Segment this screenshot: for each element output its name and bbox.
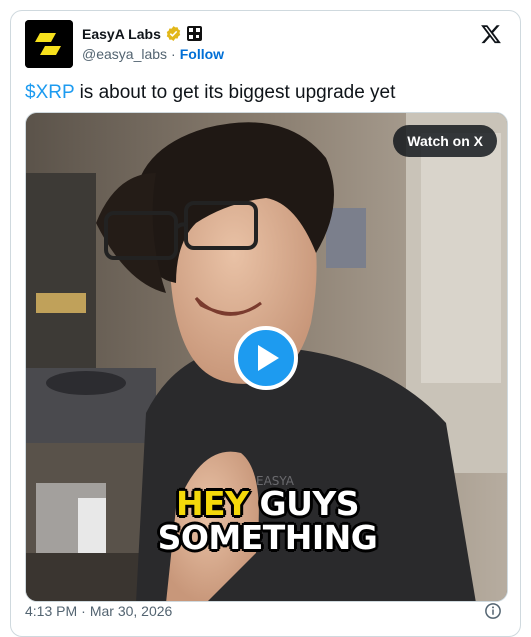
caption-line-2: SOMETHING: [157, 518, 378, 557]
cashtag-link[interactable]: $XRP: [25, 82, 74, 103]
tweet-body: is about to get its biggest upgrade yet: [74, 82, 396, 103]
affiliate-badge-icon: [186, 26, 202, 41]
caption-line-1: HEY GUYS: [26, 486, 507, 522]
tweet-text: $XRP is about to get its biggest upgrade…: [25, 81, 395, 105]
info-icon[interactable]: [484, 602, 502, 620]
tweet-card[interactable]: EasyA Labs @easya_labs · Follow $XRP is …: [10, 10, 521, 637]
author-name[interactable]: EasyA Labs: [82, 26, 161, 42]
watch-on-x-button[interactable]: Watch on X: [393, 125, 497, 157]
separator-dot: ·: [171, 46, 176, 62]
avatar[interactable]: [25, 20, 73, 68]
x-logo-icon[interactable]: [480, 23, 502, 45]
play-button[interactable]: [234, 326, 298, 390]
author-handle[interactable]: @easya_labs: [82, 46, 167, 62]
verified-badge-icon: [166, 26, 181, 41]
video-player[interactable]: EASYA Watch on X HEY GUYS SOMETHING: [25, 112, 508, 602]
follow-button[interactable]: Follow: [180, 46, 224, 62]
tweet-time: 4:13 PM: [25, 603, 78, 619]
author-name-row: EasyA Labs: [82, 25, 202, 42]
tweet-timestamp[interactable]: 4:13 PM · Mar 30, 2026: [25, 603, 172, 619]
handle-row: @easya_labs · Follow: [82, 46, 224, 62]
tweet-date: Mar 30, 2026: [89, 603, 173, 619]
footer-separator: ·: [81, 603, 86, 619]
play-icon: [258, 345, 279, 371]
easya-logo-icon: [25, 20, 73, 68]
